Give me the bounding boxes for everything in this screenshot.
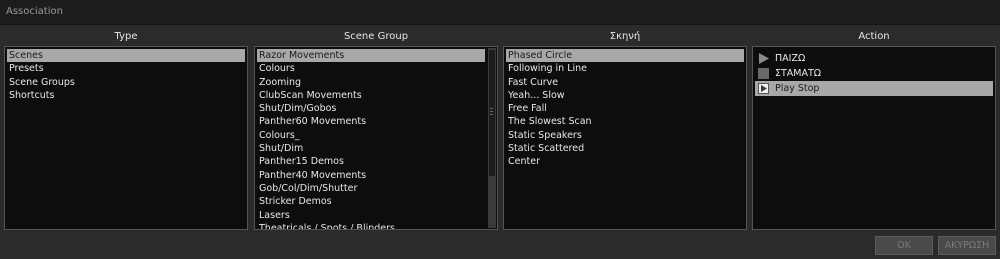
scene-item[interactable]: Yeah... Slow	[506, 89, 744, 102]
scene-item[interactable]: Fast Curve	[506, 76, 744, 89]
type-item[interactable]: Shortcuts	[7, 89, 245, 102]
scene-item[interactable]: Free Fall	[506, 102, 744, 115]
stop-icon	[758, 68, 769, 79]
scene-group-scrollbar[interactable]	[488, 48, 496, 228]
action-item-play-stop[interactable]: Play Stop	[755, 81, 993, 96]
type-item[interactable]: Scenes	[7, 49, 245, 63]
type-item[interactable]: Presets	[7, 62, 245, 75]
scene-group-item[interactable]: Lasers	[257, 209, 485, 222]
scene-group-item[interactable]: Shut/Dim	[257, 142, 485, 155]
action-item-stop[interactable]: ΣΤΑΜΑΤΩ	[755, 66, 993, 81]
type-item[interactable]: Scene Groups	[7, 76, 245, 89]
action-label: Play Stop	[775, 83, 820, 94]
scene-list-items: Phased Circle Following in Line Fast Curve…	[506, 49, 744, 169]
splitter-handle[interactable]	[490, 108, 493, 118]
type-list-items: Scenes Presets Scene Groups Shortcuts	[7, 49, 245, 102]
scene-group-item[interactable]: Theatricals / Spots / Blinders	[257, 222, 485, 229]
scene-list[interactable]: Phased Circle Following in Line Fast Curve…	[503, 46, 747, 230]
scene-item[interactable]: Following in Line	[506, 62, 744, 75]
action-label: ΠΑΙΖΩ	[775, 53, 806, 64]
action-label: ΣΤΑΜΑΤΩ	[775, 68, 822, 79]
scene-group-item[interactable]: Stricker Demos	[257, 195, 485, 208]
play-icon	[759, 53, 769, 64]
scene-column-header: Σκηνή	[609, 31, 641, 42]
scene-group-item[interactable]: Zooming	[257, 76, 485, 89]
scene-group-item[interactable]: Razor Movements	[257, 49, 485, 63]
scene-group-item[interactable]: Panther60 Movements	[257, 115, 485, 128]
scene-item[interactable]: Static Scattered	[506, 142, 744, 155]
ok-button[interactable]: OK	[875, 236, 933, 255]
scene-group-item[interactable]: Shut/Dim/Gobos	[257, 102, 485, 115]
type-column-header: Type	[114, 31, 138, 42]
scene-group-item[interactable]: Panther15 Demos	[257, 155, 485, 168]
cancel-button[interactable]: ΑΚΥΡΩΣΗ	[938, 236, 996, 255]
scene-item[interactable]: Static Speakers	[506, 129, 744, 142]
scene-item[interactable]: The Slowest Scan	[506, 115, 744, 128]
action-item-play[interactable]: ΠΑΙΖΩ	[755, 51, 993, 66]
scene-group-item[interactable]: Colours_	[257, 129, 485, 142]
scene-group-item[interactable]: Panther40 Movements	[257, 169, 485, 182]
type-list[interactable]: Scenes Presets Scene Groups Shortcuts	[4, 46, 248, 230]
action-list[interactable]: ΠΑΙΖΩ ΣΤΑΜΑΤΩ Play Stop	[752, 46, 996, 230]
scene-item[interactable]: Center	[506, 155, 744, 168]
scene-group-item[interactable]: Gob/Col/Dim/Shutter	[257, 182, 485, 195]
scene-group-column-header: Scene Group	[343, 31, 409, 42]
scene-group-list-items: Razor Movements Colours Zooming ClubScan Mo…	[257, 49, 485, 229]
play-stop-icon	[758, 83, 769, 94]
scene-group-item[interactable]: Colours	[257, 62, 485, 75]
scene-group-item[interactable]: ClubScan Movements	[257, 89, 485, 102]
title-bar: Association	[0, 0, 1000, 25]
window-title: Association	[6, 6, 63, 17]
scene-group-list[interactable]: Razor Movements Colours Zooming ClubScan Mo…	[254, 46, 498, 230]
scene-item[interactable]: Phased Circle	[506, 49, 744, 63]
action-column-header: Action	[858, 31, 890, 42]
